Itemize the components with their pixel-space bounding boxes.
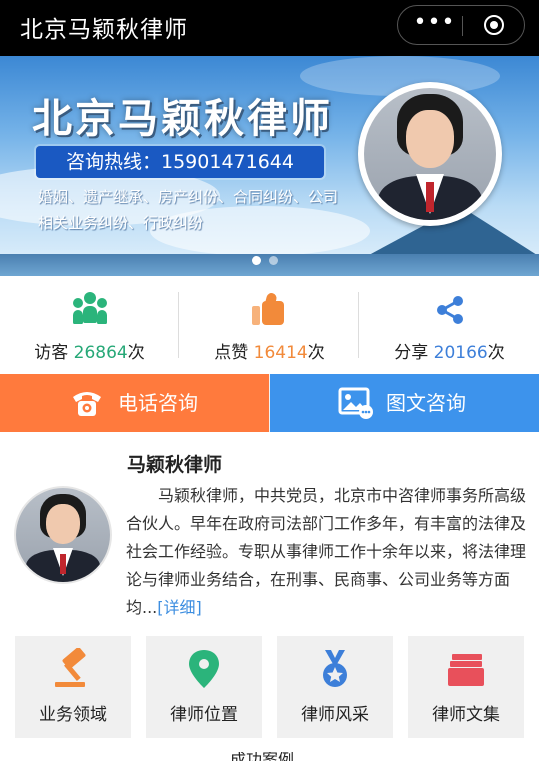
carousel-dot[interactable]	[269, 256, 278, 265]
title-bar: 北京马颖秋律师 •••	[0, 0, 539, 56]
mini-program-capsule: •••	[397, 5, 525, 45]
like-count: 16414	[253, 343, 308, 363]
avatar-image	[16, 488, 110, 582]
stat-visitors: 访客 26864次	[0, 276, 179, 374]
feature-label: 律师位置	[170, 705, 238, 725]
feature-label: 业务领域	[39, 705, 107, 725]
telephone-icon	[73, 392, 101, 416]
divider	[358, 292, 359, 358]
portrait-image	[364, 88, 496, 220]
medal-icon	[323, 650, 347, 687]
detail-link[interactable]: [详细]	[157, 598, 202, 617]
feature-location[interactable]: 律师位置	[146, 636, 262, 738]
feature-practice-areas[interactable]: 业务领域	[15, 636, 131, 738]
feature-articles[interactable]: 律师文集	[408, 636, 524, 738]
services-text: 婚姻、遗产继承、房产纠份、合同纠纷、公司相关业务纠纷、行政纠纷	[38, 188, 339, 232]
avatar	[14, 486, 112, 584]
lawyer-bio: 马颖秋律师，中共党员，北京市中咨律师事务所高级合伙人。早年在政府司法部门工作多年…	[126, 482, 526, 622]
hotline-badge[interactable]: 咨询热线：15901471644	[36, 146, 324, 178]
stat-prefix: 分享	[394, 343, 429, 363]
share-count: 20166	[433, 343, 488, 363]
stat-shares[interactable]: 分享 20166次	[360, 276, 539, 374]
stat-suffix: 次	[127, 343, 145, 363]
stat-prefix: 访客	[34, 343, 69, 363]
lawyer-name: 马颖秋律师	[127, 454, 223, 476]
likes-label: 点赞 16414次	[180, 338, 359, 363]
divider	[178, 292, 179, 358]
visitor-count: 26864	[73, 343, 128, 363]
image-chat-icon	[338, 387, 373, 419]
visitors-label: 访客 26864次	[0, 338, 179, 363]
hero-banner[interactable]: 北京马颖秋律师 咨询热线：15901471644 婚姻、遗产继承、房产纠份、合同…	[0, 56, 539, 276]
feature-style[interactable]: 律师风采	[277, 636, 393, 738]
stat-likes[interactable]: 点赞 16414次	[180, 276, 359, 374]
carousel-dot[interactable]	[252, 256, 261, 265]
feature-label: 律师文集	[432, 705, 500, 725]
shares-label: 分享 20166次	[360, 338, 539, 363]
next-section-title: 成功案例	[230, 752, 350, 761]
consult-bar: 电话咨询 图文咨询	[0, 374, 539, 432]
capsule-divider	[462, 16, 463, 36]
picture-consult-label: 图文咨询	[386, 391, 466, 415]
phone-consult-button[interactable]: 电话咨询	[0, 374, 269, 432]
stat-suffix: 次	[307, 343, 325, 363]
share-icon[interactable]	[434, 294, 466, 326]
stat-prefix: 点赞	[214, 343, 249, 363]
page-title: 北京马颖秋律师	[20, 17, 188, 43]
lawyer-portrait-large	[358, 82, 502, 226]
more-icon[interactable]: •••	[412, 8, 457, 42]
feature-label: 律师风采	[301, 705, 369, 725]
location-pin-icon	[189, 650, 219, 688]
feature-grid: 业务领域 律师位置 律师风采 律师文集	[0, 636, 539, 761]
folder-stack-icon	[448, 654, 484, 686]
lawyer-profile: 马颖秋律师 马颖秋律师，中共党员，北京市中咨律师事务所高级合伙人。早年在政府司法…	[0, 432, 539, 636]
gavel-icon	[55, 648, 86, 687]
carousel-indicator[interactable]	[252, 250, 286, 269]
phone-consult-label: 电话咨询	[118, 391, 198, 415]
stat-suffix: 次	[487, 343, 505, 363]
close-target-icon[interactable]	[484, 15, 504, 35]
thumbs-up-icon[interactable]	[252, 291, 288, 327]
stats-row: 访客 26864次 点赞 16414次 分享 20166次	[0, 276, 539, 374]
picture-consult-button[interactable]: 图文咨询	[270, 374, 539, 432]
users-icon	[73, 292, 107, 328]
banner-headline: 北京马颖秋律师	[32, 95, 333, 142]
